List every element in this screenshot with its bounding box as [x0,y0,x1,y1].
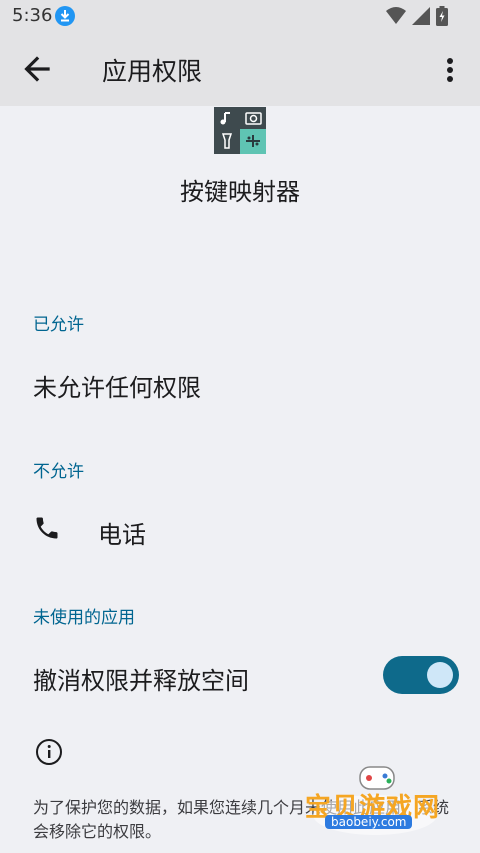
phone-icon [33,514,61,542]
app-bar: 应用权限 [0,32,480,106]
battery-charging-icon [436,6,448,26]
status-icons [386,6,448,26]
permission-label-phone: 电话 [98,521,146,549]
app-icon [214,107,266,154]
section-header-allowed: 已允许 [33,315,84,335]
status-time: 5:36 [12,5,53,26]
toggle-knob [427,662,453,688]
section-header-denied: 不允许 [33,462,84,482]
more-vert-icon [447,58,453,82]
revoke-permissions-label: 撤消权限并释放空间 [33,667,249,695]
section-header-unused: 未使用的应用 [33,608,135,628]
app-name: 按键映射器 [180,178,300,206]
arrow-back-icon [24,56,50,82]
info-icon [35,738,63,766]
back-button[interactable] [18,50,56,88]
cell-signal-icon [412,7,430,25]
download-notification-icon [55,6,75,26]
info-text: 为了保护您的数据，如果您连续几个月未使用此应用，系统会移除它的权限。 [33,798,450,841]
more-options-button[interactable] [436,54,464,86]
revoke-permissions-toggle[interactable] [383,656,459,694]
no-permissions-allowed-item: 未允许任何权限 [33,374,201,402]
status-bar: 5:36 [0,0,480,32]
page-title: 应用权限 [102,57,203,86]
wifi-icon [386,7,406,24]
